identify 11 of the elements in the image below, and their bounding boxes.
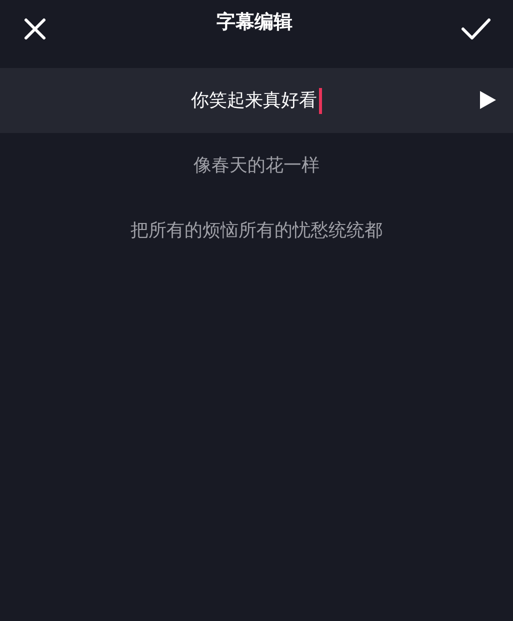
subtitle-text: 像春天的花一样	[194, 154, 320, 178]
subtitle-text: 把所有的烦恼所有的忧愁统统都	[130, 219, 382, 243]
subtitle-row[interactable]: 像春天的花一样	[0, 133, 513, 198]
play-icon	[479, 90, 497, 110]
close-icon	[23, 17, 47, 41]
subtitle-row[interactable]: 你笑起来真好看	[0, 68, 513, 133]
checkmark-icon	[461, 17, 491, 41]
text-cursor	[319, 88, 322, 114]
subtitle-row[interactable]: 把所有的烦恼所有的忧愁统统都	[0, 198, 513, 263]
page-title: 字幕编辑	[216, 10, 292, 35]
subtitle-text: 你笑起来真好看	[191, 89, 317, 113]
